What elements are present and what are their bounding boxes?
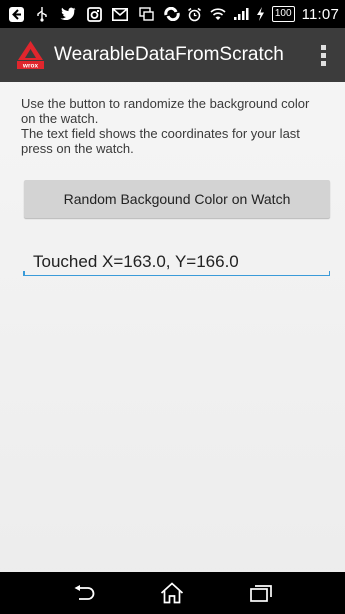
touch-coordinates-field[interactable]: Touched X=163.0, Y=166.0 bbox=[23, 246, 330, 276]
twitter-icon bbox=[60, 6, 76, 22]
overflow-menu-icon[interactable] bbox=[309, 28, 337, 82]
navigation-bar bbox=[0, 572, 345, 614]
wrox-logo-text: wrox bbox=[22, 63, 39, 70]
sync-icon bbox=[164, 6, 180, 22]
wifi-icon bbox=[210, 6, 226, 22]
app-title: WearableDataFromScratch bbox=[54, 44, 284, 65]
recents-icon[interactable] bbox=[236, 572, 286, 614]
wrox-logo-icon: wrox bbox=[17, 41, 44, 70]
status-bar: 100 11:07 bbox=[0, 0, 345, 28]
instagram-icon bbox=[86, 6, 102, 22]
phone-screen: 100 11:07 wrox WearableDataFromScratch U… bbox=[0, 0, 345, 614]
back-arrow-icon bbox=[8, 6, 24, 22]
screen-mirror-icon bbox=[138, 6, 154, 22]
status-clock: 11:07 bbox=[301, 5, 339, 23]
charging-icon bbox=[256, 6, 265, 22]
gmail-icon bbox=[112, 6, 128, 22]
main-content: Use the button to randomize the backgrou… bbox=[0, 82, 345, 572]
home-icon[interactable] bbox=[147, 572, 197, 614]
system-status-icons: 100 11:07 bbox=[187, 6, 339, 23]
battery-indicator: 100 bbox=[271, 6, 295, 22]
touch-coordinates-value: Touched X=163.0, Y=166.0 bbox=[33, 252, 239, 271]
action-bar: wrox WearableDataFromScratch bbox=[0, 28, 345, 82]
usb-icon bbox=[34, 6, 50, 22]
notification-icons bbox=[8, 6, 180, 22]
signal-icon bbox=[233, 6, 249, 22]
back-icon[interactable] bbox=[59, 572, 109, 614]
random-background-color-button[interactable]: Random Backgound Color on Watch bbox=[24, 180, 330, 218]
instructions-text: Use the button to randomize the backgrou… bbox=[21, 96, 310, 156]
alarm-icon bbox=[187, 6, 203, 22]
